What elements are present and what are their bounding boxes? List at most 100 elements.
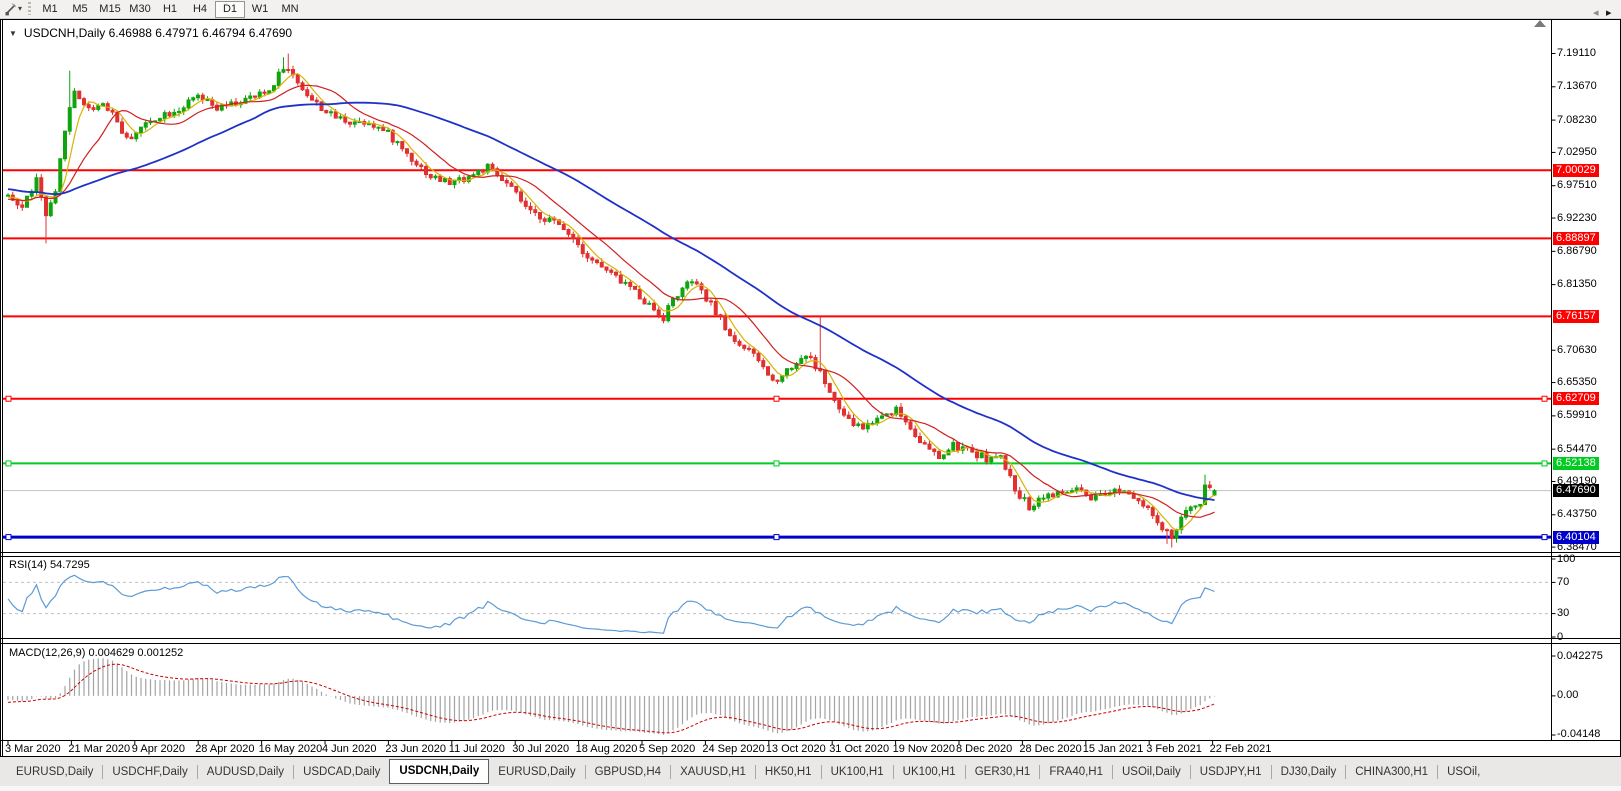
candle-body [732,335,737,342]
date-label: 13 Oct 2020 [765,743,826,755]
date-label: 28 Dec 2020 [1019,743,1082,755]
price-tick-label: 6.54470 [1557,442,1597,455]
tab-usdcad-daily[interactable]: USDCAD,Daily [294,762,389,783]
tab-usdchf-daily[interactable]: USDCHF,Daily [103,762,196,783]
tab-eurusd-daily[interactable]: EURUSD,Daily [489,762,584,783]
candle-body [542,218,547,222]
candle-body [728,329,732,337]
rsi-tick-label: 30 [1557,607,1570,620]
price-level-badge: 6.40104 [1553,530,1599,544]
tab-audusd-daily[interactable]: AUDUSD,Daily [198,762,293,783]
candle-body [1041,497,1046,500]
price-tick-label: 7.13670 [1557,80,1597,93]
tab-gbpusd-h4[interactable]: GBPUSD,H4 [586,762,670,783]
date-label: 4 Jun 2020 [322,743,377,755]
tab-dj30-daily[interactable]: DJ30,Daily [1272,762,1346,783]
timeframe-button-mn[interactable]: MN [275,1,305,18]
timeframe-button-m1[interactable]: M1 [35,1,65,18]
macd-panel[interactable] [7,658,1216,735]
tab-ger30-h1[interactable]: GER30,H1 [966,762,1040,783]
toolbar-grip[interactable] [28,2,31,15]
candle-body [1003,455,1008,470]
chevron-down-icon[interactable]: ▾ [18,2,22,16]
candle-body [101,103,105,107]
drawing-tool-icon[interactable] [3,2,17,16]
candle-body [1207,484,1212,488]
candle-body [63,130,67,160]
line-handle[interactable] [1541,460,1548,467]
date-label: 19 Nov 2020 [892,743,955,755]
line-handle[interactable] [5,534,12,541]
candle-body [276,71,281,87]
candle-body [428,174,433,179]
timeframe-button-h1[interactable]: H1 [155,1,185,18]
tab-xauusd-h1[interactable]: XAUUSD,H1 [671,762,755,783]
line-handle[interactable] [5,460,12,467]
candle-body [775,379,780,382]
candle-body [571,233,576,240]
candle-body [837,399,842,410]
timeframe-button-h4[interactable]: H4 [185,1,215,18]
main-panel[interactable] [3,53,1551,548]
line-handle[interactable] [1541,534,1548,541]
rsi-panel[interactable] [3,574,1551,634]
date-label: 22 Feb 2021 [1209,743,1272,755]
candle-body [281,68,286,73]
timeframe-button-m5[interactable]: M5 [65,1,95,18]
price-chart-canvas[interactable] [0,0,1621,791]
line-handle[interactable] [773,460,780,467]
tab-usdcnh-daily[interactable]: USDCNH,Daily [389,759,490,784]
tab-scroll-right-icon[interactable]: ▸ [1606,6,1612,19]
candle-body [680,287,685,298]
tab-usoil[interactable]: USOil, [1438,762,1489,783]
date-label: 8 Dec 2020 [956,743,1013,755]
macd-indicator-label: MACD(12,26,9) 0.004629 0.001252 [9,647,184,659]
tab-uk100-h1[interactable]: UK100,H1 [894,762,965,783]
candle-body [908,421,913,430]
candle-body [913,428,918,438]
candle-body [1117,488,1122,493]
candle-body [72,90,77,109]
timeframe-button-m30[interactable]: M30 [125,1,155,18]
candle-body [846,414,851,419]
timeframe-button-d1[interactable]: D1 [215,1,245,18]
line-handle[interactable] [5,395,12,402]
timeframe-button-w1[interactable]: W1 [245,1,275,18]
tab-eurusd-daily[interactable]: EURUSD,Daily [7,762,102,783]
tab-scroll-left-icon[interactable]: ◂ [1593,6,1599,19]
candle-body [191,97,196,101]
candle-body [808,355,813,359]
candle-body [1074,487,1079,492]
candle-body [305,89,310,97]
candle-body [666,305,671,322]
candle-body [343,116,348,123]
candle-body [704,289,709,302]
candle-body [139,126,143,134]
candle-body [58,158,63,193]
tab-usdjpy-h1[interactable]: USDJPY,H1 [1191,762,1271,783]
tab-china300-h1[interactable]: CHINA300,H1 [1346,762,1437,783]
line-handle[interactable] [773,534,780,541]
moving-average-line [8,84,1215,518]
line-handle[interactable] [773,395,780,402]
tab-uk100-h1[interactable]: UK100,H1 [822,762,893,783]
tab-hk50-h1[interactable]: HK50,H1 [756,762,821,783]
tab-usoil-daily[interactable]: USOil,Daily [1113,762,1190,783]
price-tick-label: 7.19110 [1557,47,1596,59]
timeframe-button-m15[interactable]: M15 [95,1,125,18]
candle-body [951,442,956,451]
line-handle[interactable] [1541,395,1548,402]
date-label: 3 Mar 2020 [5,743,61,755]
tab-fra40-h1[interactable]: FRA40,H1 [1040,762,1112,783]
candle-body [922,442,927,445]
candle-body [186,99,191,109]
rsi-tick-label: 0 [1557,630,1564,643]
price-level-badge: 6.76157 [1553,309,1599,323]
price-tick-label: 6.86790 [1557,244,1597,257]
candle-body [314,99,319,103]
candle-body [167,112,172,117]
chart-dropdown-icon[interactable]: ▼ [9,29,17,38]
candle-body [1022,497,1027,500]
candle-body [333,111,338,119]
date-label: 16 May 2020 [258,743,323,755]
